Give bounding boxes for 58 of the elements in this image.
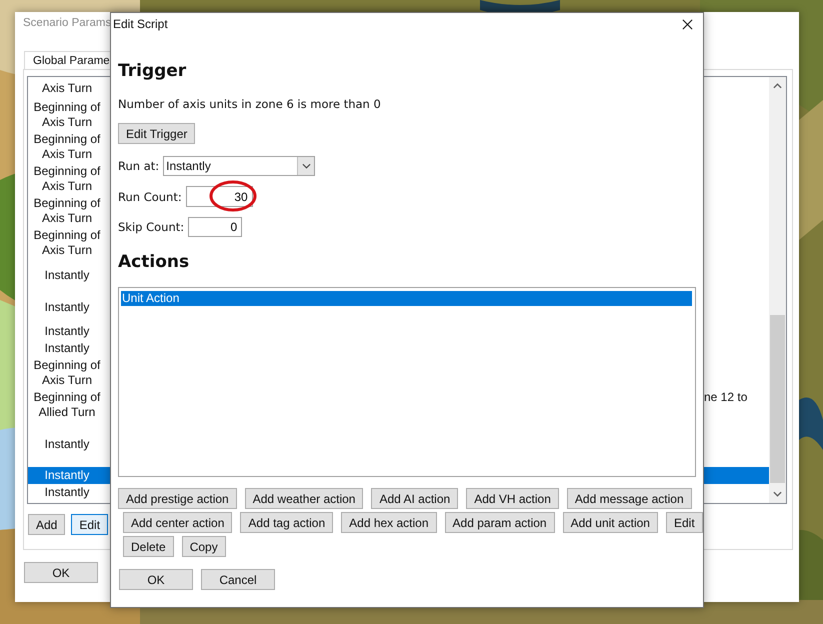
- scrollbar[interactable]: [769, 77, 786, 503]
- action-button[interactable]: Add prestige action: [118, 488, 237, 509]
- action-button[interactable]: Add center action: [123, 512, 232, 533]
- run-count-field[interactable]: 30: [186, 186, 253, 207]
- action-item[interactable]: Unit Action: [121, 291, 692, 306]
- action-button[interactable]: Delete: [123, 536, 174, 557]
- scroll-thumb[interactable]: [770, 315, 785, 483]
- action-button[interactable]: Add unit action: [562, 512, 658, 533]
- row-text: Axis Turn: [42, 80, 92, 96]
- row-text: Axis Turn: [42, 211, 92, 226]
- run-at-dropdown[interactable]: Instantly: [163, 156, 316, 176]
- row-text: Instantly: [44, 436, 90, 452]
- row-text: Beginning of: [34, 196, 100, 211]
- row-text: Allied Turn: [38, 405, 96, 420]
- ok-button[interactable]: OK: [119, 569, 193, 590]
- field-label: Run at:: [118, 159, 160, 173]
- row-text: Instantly: [44, 468, 90, 483]
- list-button[interactable]: Add: [28, 514, 66, 535]
- row-text: Axis Turn: [42, 115, 92, 130]
- cancel-button[interactable]: Cancel: [201, 569, 275, 590]
- row-text: Beginning of: [34, 390, 100, 405]
- close-icon[interactable]: [682, 18, 693, 30]
- action-button[interactable]: Add AI action: [371, 488, 458, 509]
- section-heading: Actions: [118, 251, 190, 273]
- ok-button[interactable]: OK: [24, 562, 98, 583]
- action-button[interactable]: Add weather action: [244, 488, 364, 509]
- section-heading: Trigger: [118, 60, 188, 82]
- action-button[interactable]: Add tag action: [240, 512, 334, 533]
- field-label: Skip Count:: [118, 220, 184, 234]
- window-title: Scenario Params: [22, 16, 112, 31]
- action-button[interactable]: Add hex action: [341, 512, 437, 533]
- list-button[interactable]: Edit: [71, 514, 108, 535]
- action-button[interactable]: Edit: [666, 512, 703, 533]
- skip-count-field[interactable]: 0: [188, 217, 242, 237]
- highlight-circle: [208, 180, 257, 212]
- row-text: ne 12 to: [704, 390, 748, 404]
- chevron-down-icon: [302, 163, 311, 169]
- action-button[interactable]: Add message action: [566, 488, 692, 509]
- scroll-up-icon[interactable]: [773, 83, 782, 89]
- row-text: Beginning of: [34, 132, 100, 147]
- row-text: Instantly: [44, 324, 90, 339]
- action-button[interactable]: Add VH action: [466, 488, 559, 509]
- action-button[interactable]: Copy: [182, 536, 226, 557]
- edit-trigger-button[interactable]: Edit Trigger: [118, 123, 196, 144]
- row-text: Beginning of: [34, 358, 100, 373]
- scroll-down-icon[interactable]: [773, 491, 782, 497]
- row-text: Beginning of: [34, 100, 100, 115]
- row-text: Axis Turn: [42, 179, 92, 194]
- row-text: Instantly: [44, 341, 90, 356]
- trigger-description: Number of axis units in zone 6 is more than 0: [118, 96, 382, 112]
- row-text: Beginning of: [34, 228, 100, 243]
- row-text: Axis Turn: [42, 373, 92, 388]
- row-text: Beginning of: [34, 164, 100, 179]
- window-title: Edit Script: [113, 17, 168, 31]
- row-text: Axis Turn: [42, 147, 92, 162]
- row-text: Axis Turn: [42, 243, 92, 258]
- action-button[interactable]: Add param action: [444, 512, 555, 533]
- field-label: Run Count:: [118, 190, 182, 204]
